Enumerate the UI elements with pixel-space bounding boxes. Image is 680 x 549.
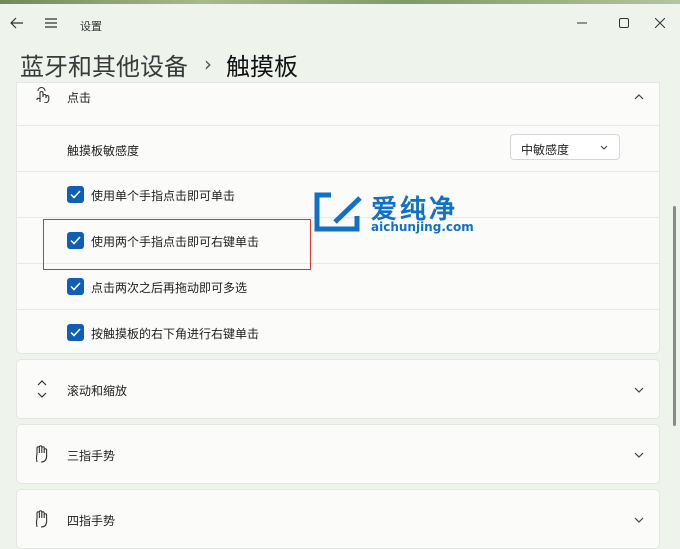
sensitivity-label: 触摸板敏感度: [67, 144, 140, 158]
app-title: 设置: [80, 20, 102, 33]
scrollbar[interactable]: [673, 206, 676, 426]
option-row-corner-right-click[interactable]: 按触摸板的右下角进行右键单击: [17, 309, 659, 353]
breadcrumb-parent[interactable]: 蓝牙和其他设备: [20, 47, 188, 82]
chevron-down-icon: [634, 387, 644, 393]
watermark: 爱纯净 aichunjing.com: [313, 190, 474, 238]
highlight-box: [43, 219, 311, 270]
four-finger-label: 四指手势: [67, 514, 116, 528]
corner-right-click-label: 按触摸板的右下角进行右键单击: [91, 327, 260, 341]
chevron-down-icon: [634, 517, 644, 523]
single-tap-label: 使用单个手指点击即可单击: [91, 189, 236, 203]
scroll-zoom-label: 滚动和缩放: [67, 384, 128, 398]
hamburger-icon: [45, 18, 57, 28]
watermark-logo-icon: [314, 192, 362, 232]
watermark-text-en: aichunjing.com: [371, 220, 474, 234]
chevron-down-icon: [600, 145, 608, 150]
minimize-icon: [577, 22, 587, 24]
single-tap-checkbox[interactable]: [67, 186, 84, 203]
close-icon: [655, 18, 665, 28]
maximize-button[interactable]: [604, 10, 644, 36]
corner-right-click-checkbox[interactable]: [67, 324, 84, 341]
breadcrumb: 蓝牙和其他设备 › 触摸板: [20, 46, 298, 82]
taps-header-label: 点击: [67, 91, 92, 105]
scroll-zoom-icon: [37, 380, 47, 398]
double-tap-drag-label: 点击两次之后再拖动即可多选: [91, 281, 248, 295]
tap-hand-icon: [36, 87, 50, 103]
chevron-up-icon: [634, 94, 644, 100]
section-three-finger[interactable]: 三指手势: [16, 424, 660, 484]
sensitivity-row: 触摸板敏感度 中敏感度: [17, 125, 659, 171]
maximize-icon: [619, 18, 629, 28]
section-four-finger[interactable]: 四指手势: [16, 489, 660, 549]
back-arrow-icon: [10, 17, 23, 29]
sensitivity-dropdown[interactable]: 中敏感度: [510, 134, 620, 160]
page-title: 触摸板: [226, 52, 298, 81]
four-finger-hand-icon: [35, 510, 48, 528]
taps-header[interactable]: 点击: [17, 83, 659, 125]
close-button[interactable]: [640, 10, 680, 36]
title-bar: 设置: [0, 4, 680, 40]
three-finger-label: 三指手势: [67, 449, 116, 463]
checkmark-icon: [70, 190, 81, 199]
section-scroll-zoom[interactable]: 滚动和缩放: [16, 359, 660, 419]
menu-button[interactable]: [40, 10, 62, 36]
double-tap-drag-checkbox[interactable]: [67, 278, 84, 295]
back-button[interactable]: [6, 10, 28, 36]
breadcrumb-separator: ›: [204, 52, 212, 76]
minimize-button[interactable]: [562, 10, 602, 36]
three-finger-hand-icon: [35, 445, 48, 463]
chevron-down-icon: [634, 452, 644, 458]
checkmark-icon: [70, 282, 81, 291]
sensitivity-value: 中敏感度: [521, 143, 570, 157]
checkmark-icon: [70, 328, 81, 337]
